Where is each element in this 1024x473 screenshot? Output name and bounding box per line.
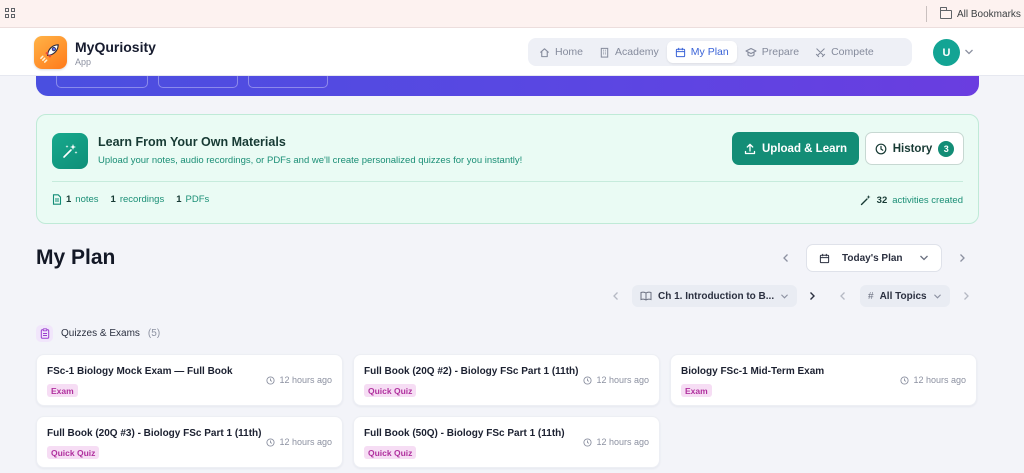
- next-chapter-button[interactable]: [803, 287, 821, 305]
- sparkles-icon: [52, 133, 88, 169]
- quiz-card[interactable]: Full Book (50Q) - Biology FSc Part 1 (11…: [353, 416, 660, 468]
- quiz-card[interactable]: Full Book (20Q #3) - Biology FSc Part 1 …: [36, 416, 343, 468]
- magic-wand-icon: [860, 195, 871, 206]
- next-day-button[interactable]: [953, 249, 971, 267]
- clock-icon: [266, 375, 276, 385]
- page-title: My Plan: [36, 246, 116, 269]
- crossed-swords-icon: [815, 47, 826, 57]
- all-bookmarks-button[interactable]: All Bookmarks: [940, 6, 1021, 22]
- clock-icon: [900, 375, 910, 385]
- quiz-type-badge: Quick Quiz: [47, 446, 100, 459]
- nav-compete[interactable]: Compete: [807, 41, 882, 63]
- building-icon: [600, 47, 609, 58]
- quiz-time: 12 hours ago: [900, 375, 966, 385]
- pdfs-stat: 1 PDFs: [176, 194, 210, 205]
- chevron-down-icon: [781, 293, 789, 299]
- hash-icon: #: [868, 290, 874, 302]
- brand-subtitle: App: [75, 57, 92, 67]
- graduation-cap-icon: [745, 47, 757, 57]
- previous-topic-button[interactable]: [834, 287, 852, 305]
- section-label: Quizzes & Exams: [61, 328, 140, 339]
- quiz-type-badge: Exam: [681, 384, 712, 397]
- activities-created: 32 activities created: [860, 194, 963, 206]
- upload-icon: [744, 143, 756, 154]
- nav-prepare[interactable]: Prepare: [737, 41, 807, 63]
- recordings-stat: 1 recordings: [110, 194, 165, 205]
- chevron-right-icon: [960, 254, 965, 262]
- quiz-type-badge: Quick Quiz: [364, 446, 417, 459]
- history-button[interactable]: History 3: [865, 132, 964, 165]
- bookmarks-bar: All Bookmarks: [0, 0, 1024, 28]
- chevron-left-icon: [613, 292, 618, 300]
- quiz-card[interactable]: Biology FSc-1 Mid-Term Exam 12 hours ago…: [670, 354, 977, 406]
- quiz-title: Full Book (50Q) - Biology FSc Part 1 (11…: [364, 428, 565, 439]
- quiz-card[interactable]: Full Book (20Q #2) - Biology FSc Part 1 …: [353, 354, 660, 406]
- quizzes-section-header: Quizzes & Exams (5): [36, 325, 160, 342]
- chapter-filter-select[interactable]: Ch 1. Introduction to B...: [632, 285, 798, 307]
- rocket-logo-icon[interactable]: [34, 36, 67, 69]
- quiz-time: 12 hours ago: [266, 437, 332, 447]
- chevron-left-icon: [840, 292, 845, 300]
- nav-my-plan[interactable]: My Plan: [666, 41, 737, 63]
- notes-stat: 1 notes: [52, 194, 99, 205]
- clock-icon: [875, 143, 887, 154]
- calendar-icon: [675, 47, 685, 57]
- document-icon: [52, 194, 62, 205]
- chevron-down-icon: [933, 293, 941, 299]
- nav-academy[interactable]: Academy: [591, 41, 667, 63]
- material-stats: 1 notes 1 recordings 1 PDFs: [52, 194, 209, 205]
- clock-icon: [583, 437, 593, 447]
- plan-period-select[interactable]: Today's Plan: [806, 244, 942, 272]
- quiz-title: Full Book (20Q #2) - Biology FSc Part 1 …: [364, 366, 579, 377]
- previous-chapter-button[interactable]: [607, 287, 625, 305]
- book-icon: [640, 291, 652, 301]
- clock-icon: [583, 375, 593, 385]
- quiz-type-badge: Exam: [47, 384, 78, 397]
- brand-name: MyQuriosity: [75, 39, 156, 55]
- chevron-right-icon: [810, 292, 815, 300]
- quiz-time: 12 hours ago: [583, 437, 649, 447]
- learn-description: Upload your notes, audio recordings, or …: [98, 155, 523, 166]
- topic-filter-select[interactable]: # All Topics: [860, 285, 950, 307]
- quiz-time: 12 hours ago: [583, 375, 649, 385]
- home-icon: [540, 47, 549, 57]
- previous-day-button[interactable]: [777, 249, 795, 267]
- quiz-title: FSc-1 Biology Mock Exam — Full Book: [47, 366, 233, 377]
- apps-grid-icon[interactable]: [5, 8, 15, 18]
- main-nav: Home Academy My Plan Prepare Compete: [528, 38, 912, 66]
- learn-materials-card: Learn From Your Own Materials Upload you…: [36, 114, 979, 224]
- bookmarks-divider: [926, 6, 927, 22]
- folder-icon: [940, 6, 952, 19]
- chevron-down-icon: [920, 255, 928, 261]
- all-bookmarks-label: All Bookmarks: [957, 8, 1021, 20]
- chevron-down-icon[interactable]: [964, 48, 974, 56]
- chevron-right-icon: [964, 292, 969, 300]
- chevron-left-icon: [783, 254, 788, 262]
- calendar-icon: [819, 253, 830, 263]
- learn-title: Learn From Your Own Materials: [98, 135, 286, 149]
- app-header: MyQuriosity App Home Academy My Plan Pre…: [0, 28, 1024, 76]
- quiz-type-badge: Quick Quiz: [364, 384, 417, 397]
- clock-icon: [266, 437, 276, 447]
- history-count-badge: 3: [938, 140, 955, 157]
- divider: [52, 181, 963, 182]
- section-count: (5): [147, 328, 161, 339]
- clipboard-icon: [36, 325, 53, 342]
- quiz-title: Full Book (20Q #3) - Biology FSc Part 1 …: [47, 428, 262, 439]
- avatar[interactable]: U: [933, 39, 960, 66]
- next-topic-button[interactable]: [957, 287, 975, 305]
- quiz-title: Biology FSc-1 Mid-Term Exam: [681, 366, 825, 377]
- quiz-card[interactable]: FSc-1 Biology Mock Exam — Full Book 12 h…: [36, 354, 343, 406]
- nav-home[interactable]: Home: [531, 41, 591, 63]
- upload-learn-button[interactable]: Upload & Learn: [732, 132, 859, 165]
- quiz-time: 12 hours ago: [266, 375, 332, 385]
